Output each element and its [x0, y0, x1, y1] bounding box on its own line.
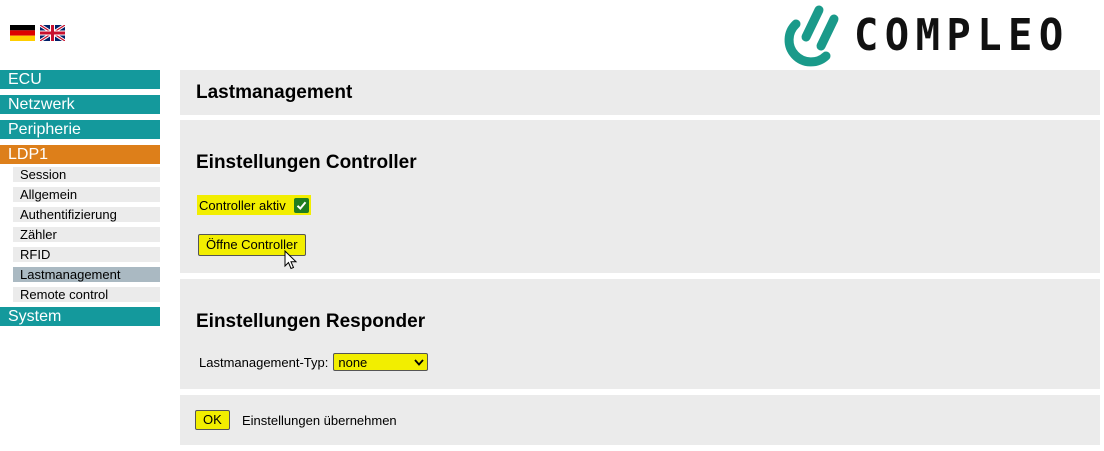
controller-settings-panel: Einstellungen Controller Controller akti… — [180, 120, 1100, 273]
sidebar-subitem-session[interactable]: Session — [13, 167, 160, 182]
checkmark-icon — [296, 201, 306, 210]
sidebar-item-ldp1[interactable]: LDP1 — [0, 145, 160, 164]
compleo-logo: COMPLEO — [768, 0, 1104, 72]
responder-settings-panel: Einstellungen Responder Lastmanagement-T… — [180, 279, 1100, 389]
sidebar: ECU Netzwerk Peripherie LDP1 Session All… — [0, 70, 160, 332]
uk-flag-icon[interactable] — [40, 25, 65, 41]
controller-active-checkbox[interactable] — [293, 197, 309, 213]
sidebar-subitem-zaehler[interactable]: Zähler — [13, 227, 160, 242]
loadmanagement-type-value: none — [338, 354, 368, 370]
controller-settings-heading: Einstellungen Controller — [196, 152, 417, 173]
controller-active-row: Controller aktiv — [197, 195, 311, 215]
loadmanagement-type-select[interactable]: none — [333, 353, 429, 371]
mouse-cursor-icon — [284, 250, 298, 270]
loadmanagement-type-row: Lastmanagement-Typ: none — [199, 353, 429, 371]
sidebar-item-netzwerk[interactable]: Netzwerk — [0, 95, 160, 114]
sidebar-subitem-remote-control[interactable]: Remote control — [13, 287, 160, 302]
logo-text: COMPLEO — [854, 10, 1070, 61]
page-title-panel: Lastmanagement — [180, 70, 1100, 115]
sidebar-item-peripherie[interactable]: Peripherie — [0, 120, 160, 139]
apply-settings-label: Einstellungen übernehmen — [242, 413, 397, 428]
sidebar-subitem-lastmanagement[interactable]: Lastmanagement — [13, 267, 160, 282]
responder-settings-heading: Einstellungen Responder — [196, 311, 426, 332]
compleo-logo-icon — [784, 5, 839, 67]
sidebar-item-system[interactable]: System — [0, 307, 160, 326]
page-title: Lastmanagement — [196, 82, 353, 103]
controller-active-label: Controller aktiv — [199, 197, 286, 213]
sidebar-subitem-rfid[interactable]: RFID — [13, 247, 160, 262]
sidebar-submenu: Session Allgemein Authentifizierung Zähl… — [0, 167, 160, 302]
language-selector — [10, 25, 65, 41]
germany-flag-icon[interactable] — [10, 25, 35, 41]
ok-button[interactable]: OK — [195, 410, 230, 430]
chevron-down-icon — [414, 358, 425, 366]
loadmanagement-type-label: Lastmanagement-Typ: — [199, 354, 329, 370]
apply-settings-panel: OK Einstellungen übernehmen — [180, 395, 1100, 445]
sidebar-subitem-allgemein[interactable]: Allgemein — [13, 187, 160, 202]
sidebar-item-ecu[interactable]: ECU — [0, 70, 160, 89]
sidebar-subitem-authentifizierung[interactable]: Authentifizierung — [13, 207, 160, 222]
